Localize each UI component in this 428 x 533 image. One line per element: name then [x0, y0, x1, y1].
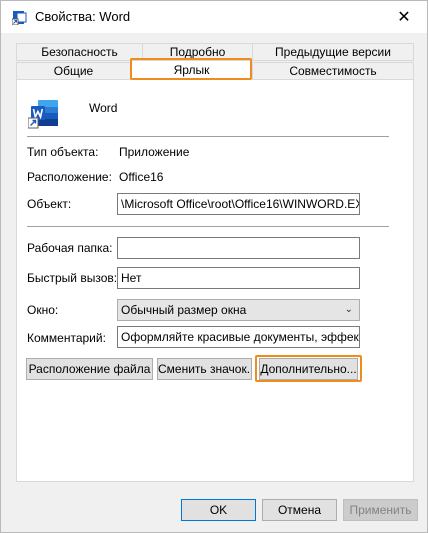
change-icon-button[interactable]: Сменить значок... — [157, 358, 252, 380]
tab-shortcut[interactable]: Ярлык — [131, 60, 252, 80]
start-in-input[interactable] — [117, 237, 360, 259]
comment-label: Комментарий: — [27, 331, 106, 345]
title-bar[interactable]: Свойства: Word ✕ — [1, 1, 427, 33]
apply-button: Применить — [343, 499, 418, 521]
tab-previous-versions[interactable]: Предыдущие версии — [252, 43, 414, 61]
tab-general[interactable]: Общие — [16, 62, 131, 80]
comment-input[interactable]: Оформляйте красивые документы, эффективн — [117, 326, 360, 348]
open-file-location-button[interactable]: Расположение файла — [26, 358, 153, 380]
type-value: Приложение — [119, 145, 190, 159]
app-name: Word — [89, 101, 118, 115]
run-label: Окно: — [27, 303, 59, 317]
word-icon — [28, 100, 58, 129]
cancel-button[interactable]: Отмена — [262, 499, 337, 521]
advanced-button[interactable]: Дополнительно... — [259, 358, 358, 380]
divider — [27, 136, 389, 137]
tab-compatibility[interactable]: Совместимость — [252, 62, 414, 80]
close-icon: ✕ — [397, 9, 411, 26]
properties-window: Свойства: Word ✕ Безопасность Подробно П… — [0, 0, 428, 533]
tab-details[interactable]: Подробно — [142, 43, 253, 61]
ok-button[interactable]: OK — [181, 499, 256, 521]
type-label: Тип объекта: — [27, 145, 99, 159]
target-label: Объект: — [27, 197, 72, 211]
divider — [27, 226, 389, 227]
close-button[interactable]: ✕ — [381, 1, 427, 33]
chevron-down-icon: ⌄ — [344, 304, 353, 315]
run-select-value: Обычный размер окна — [121, 303, 247, 317]
shortcut-key-label: Быстрый вызов: — [27, 271, 118, 285]
run-select[interactable]: Обычный размер окна ⌄ — [117, 299, 360, 321]
location-value: Office16 — [119, 170, 164, 184]
window-title: Свойства: Word — [35, 9, 131, 24]
tab-security[interactable]: Безопасность — [16, 43, 143, 61]
location-label: Расположение: — [27, 170, 112, 184]
target-input[interactable]: \Microsoft Office\root\Office16\WINWORD.… — [117, 193, 360, 215]
start-in-label: Рабочая папка: — [27, 241, 113, 255]
shortcut-key-input[interactable]: Нет — [117, 267, 360, 289]
shortcut-file-icon — [12, 11, 27, 25]
